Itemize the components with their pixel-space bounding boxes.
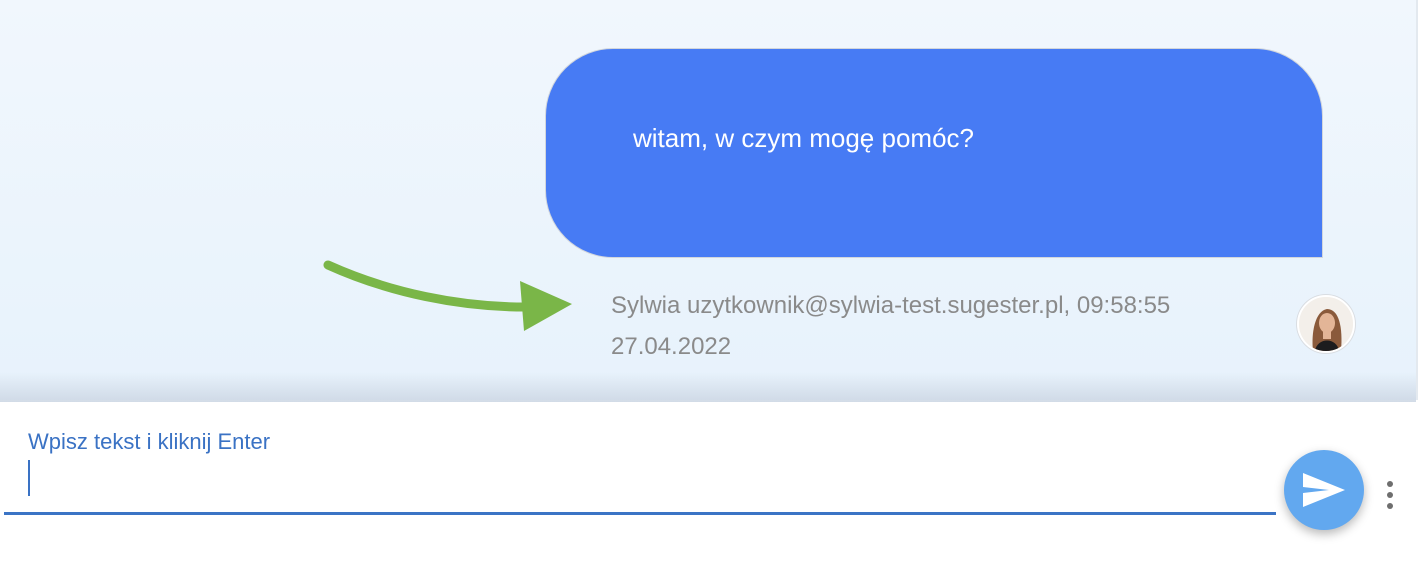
chat-messages-area: witam, w czym mogę pomóc? Sylwia uzytkow… <box>0 0 1418 402</box>
message-input-label: Wpisz tekst i kliknij Enter <box>28 429 271 454</box>
message-bubble: witam, w czym mogę pomóc? <box>545 48 1323 258</box>
message-input-underline <box>4 512 1276 515</box>
message-input[interactable] <box>28 458 1272 502</box>
arrow-annotation-icon <box>323 260 572 331</box>
message-composer: Wpisz tekst i kliknij Enter <box>0 402 1416 570</box>
chat-area-bottom-shadow <box>0 372 1416 402</box>
send-button[interactable] <box>1284 450 1364 530</box>
more-options-button[interactable] <box>1380 478 1400 512</box>
avatar <box>1297 295 1355 353</box>
message-text: witam, w czym mogę pomóc? <box>633 123 974 153</box>
send-icon <box>1303 473 1345 507</box>
message-meta: Sylwia uzytkownik@sylwia-test.sugester.p… <box>611 285 1251 367</box>
message-author-time: Sylwia uzytkownik@sylwia-test.sugester.p… <box>611 292 1171 319</box>
message-date: 27.04.2022 <box>611 333 732 360</box>
